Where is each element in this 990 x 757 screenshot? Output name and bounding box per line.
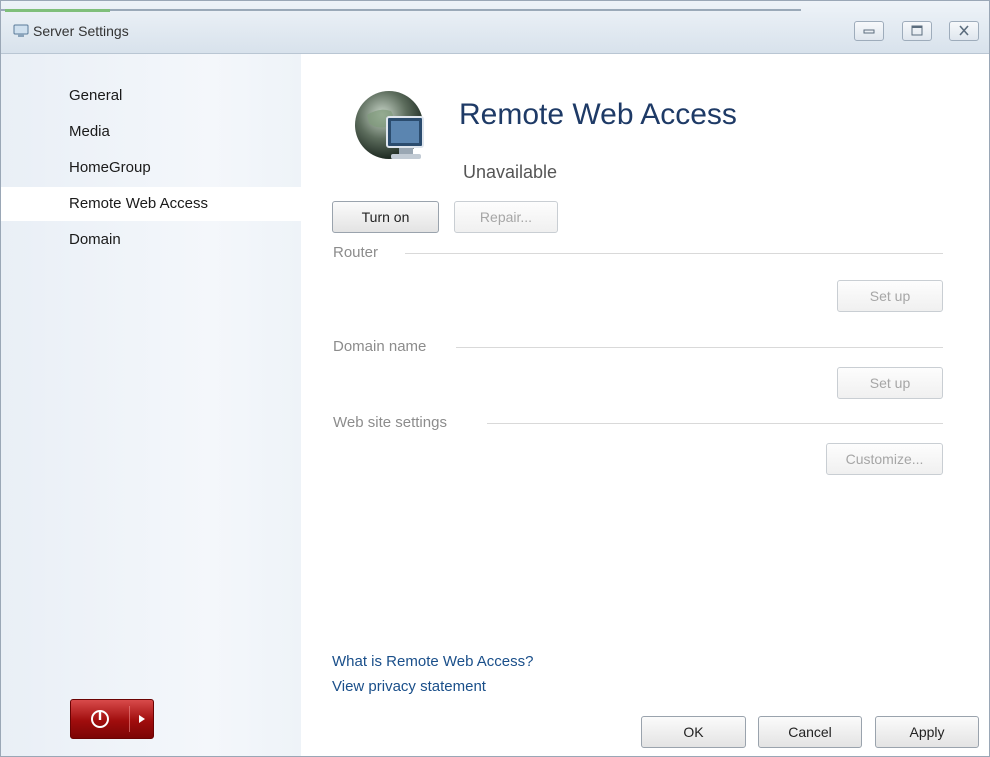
sidebar-item-media[interactable]: Media xyxy=(1,115,301,149)
title-bar[interactable]: Server Settings xyxy=(1,1,989,54)
sidebar-item-general[interactable]: General xyxy=(1,79,301,113)
domain-name-divider xyxy=(456,347,943,348)
domain-name-label: Domain name xyxy=(333,338,427,355)
arrow-right-icon xyxy=(139,715,145,723)
repair-button[interactable]: Repair... xyxy=(454,201,558,233)
minimize-icon xyxy=(863,29,875,34)
window-title: Server Settings xyxy=(33,23,129,39)
close-icon xyxy=(959,25,969,36)
maximize-button[interactable] xyxy=(902,21,932,41)
what-is-remote-web-access-link[interactable]: What is Remote Web Access? xyxy=(332,653,533,670)
title-bar-edge xyxy=(1,9,801,11)
privacy-statement-link[interactable]: View privacy statement xyxy=(332,678,486,695)
sidebar-item-remote-web-access[interactable]: Remote Web Access xyxy=(1,187,301,221)
cancel-button[interactable]: Cancel xyxy=(758,716,862,748)
sidebar-item-homegroup[interactable]: HomeGroup xyxy=(1,151,301,185)
close-button[interactable] xyxy=(949,21,979,41)
web-site-settings-divider xyxy=(487,423,943,424)
minimize-button[interactable] xyxy=(854,21,884,41)
server-icon xyxy=(13,24,29,37)
ok-button[interactable]: OK xyxy=(641,716,746,748)
web-site-settings-label: Web site settings xyxy=(333,414,447,431)
apply-button[interactable]: Apply xyxy=(875,716,979,748)
router-divider xyxy=(405,253,943,254)
domain-name-setup-button[interactable]: Set up xyxy=(837,367,943,399)
power-button[interactable] xyxy=(70,699,154,739)
main-content: Remote Web Access Unavailable Turn on Re… xyxy=(301,54,989,756)
turn-on-button[interactable]: Turn on xyxy=(332,201,439,233)
sidebar: General Media HomeGroup Remote Web Acces… xyxy=(1,54,301,756)
customize-button[interactable]: Customize... xyxy=(826,443,943,475)
power-button-divider xyxy=(129,706,130,732)
status-text: Unavailable xyxy=(463,162,558,182)
remote-web-access-icon xyxy=(355,91,424,159)
page-title: Remote Web Access xyxy=(459,98,737,131)
server-settings-window: Server Settings General Media HomeGroup … xyxy=(0,0,990,757)
router-setup-button[interactable]: Set up xyxy=(837,280,943,312)
title-bar-accent xyxy=(5,9,110,12)
maximize-icon xyxy=(911,25,923,36)
router-label: Router xyxy=(333,244,379,261)
sidebar-item-domain[interactable]: Domain xyxy=(1,223,301,257)
